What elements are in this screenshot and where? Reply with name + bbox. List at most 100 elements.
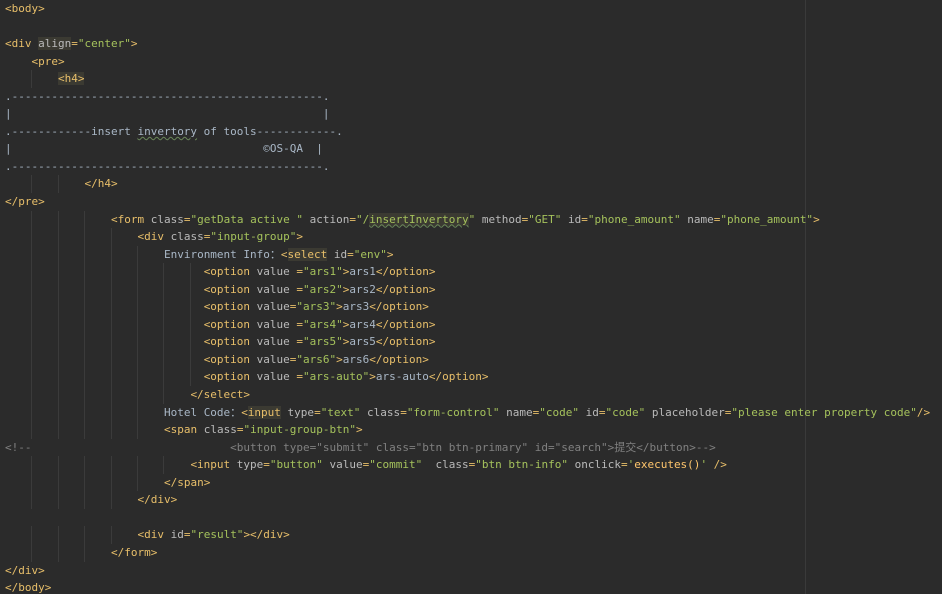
code-line[interactable]: </h4> (0, 175, 942, 194)
code-token-attr: class (170, 230, 204, 244)
code-line[interactable] (0, 509, 942, 527)
code-line-text: .---------------------------------------… (5, 158, 330, 176)
code-token-attr: id (561, 212, 582, 226)
code-line-text: </pre> (5, 193, 45, 211)
code-line-text: <div id="result"></div> (5, 526, 289, 544)
code-token-val: "result" (190, 528, 244, 542)
code-line[interactable]: <div id="result"></div> (0, 526, 942, 544)
code-token-attr: method (475, 212, 522, 226)
code-token-val: "getData active " (190, 212, 304, 226)
code-line[interactable]: <option value="ars3">ars3</option> (0, 298, 942, 316)
code-line[interactable]: <!-- <button type="submit" class="btn bt… (0, 439, 942, 457)
code-token-txt: .---------------------------------------… (5, 89, 330, 103)
code-line-text: <input type="button" value="commit" clas… (5, 456, 727, 474)
code-token-attr: value (256, 282, 297, 296)
code-line-text: Hotel Code：<input type="text" class="for… (5, 404, 930, 422)
code-token-val: "ars2" (303, 282, 343, 296)
code-line[interactable]: .---------------------------------------… (0, 158, 942, 176)
code-line[interactable]: <div align="center"> (0, 35, 942, 53)
code-token-attr: type (236, 458, 264, 472)
code-token-txt: ars2 (349, 282, 376, 296)
code-line[interactable]: .---------------------------------------… (0, 88, 942, 106)
code-line[interactable]: <option value ="ars4">ars4</option> (0, 315, 942, 334)
code-line-text: Environment Info：<select id="env"> (5, 246, 394, 264)
code-line-text: </h4> (5, 175, 117, 193)
code-token-tag: <option (203, 300, 257, 314)
code-token-tag: > (813, 212, 820, 226)
code-line-text: <form class="getData active " action="/i… (5, 211, 820, 229)
code-line[interactable] (0, 18, 942, 36)
code-line[interactable]: <form class="getData active " action="/i… (0, 210, 942, 229)
code-token-val: "phone_amount" (587, 212, 681, 226)
code-line[interactable]: <option value="ars6">ars6</option> (0, 350, 942, 369)
code-token-attr: class (422, 458, 469, 472)
code-line[interactable]: <option value ="ars5">ars5</option> (0, 333, 942, 351)
code-token-tag: = (620, 458, 628, 472)
code-area[interactable]: <body> <div align="center"> <pre> <h4> .--… (0, 0, 942, 594)
code-line[interactable]: </div> (0, 562, 942, 580)
code-token-attr: placeholder (645, 405, 725, 419)
code-token-tag: > (296, 230, 304, 244)
code-editor[interactable]: <body> <div align="center"> <pre> <h4> .--… (0, 0, 942, 594)
code-token-tag: > (336, 352, 343, 366)
code-line-text: </div> (5, 491, 177, 509)
code-token-tag: = (347, 247, 354, 261)
code-token-txt: ars-auto (375, 370, 429, 384)
code-line[interactable]: <option value ="ars-auto">ars-auto</opti… (0, 368, 942, 387)
code-token-txt: ars3 (342, 300, 370, 314)
code-token-txt: .------------insert (5, 124, 138, 138)
code-line-text: .------------insert invertory of tools--… (5, 123, 343, 141)
code-token-tag: <input (190, 458, 237, 472)
code-line[interactable]: </pre> (0, 193, 942, 211)
code-line-text: <span class="input-group-btn"> (5, 421, 363, 439)
code-token-val: "ars6" (296, 352, 337, 366)
code-token-tag: = (263, 458, 270, 472)
code-token-tag: input (247, 405, 281, 419)
code-line[interactable]: <span class="input-group-btn"> (0, 421, 942, 439)
code-line[interactable]: <input type="button" value="commit" clas… (0, 456, 942, 474)
code-line-text: <option value ="ars4">ars4</option> (5, 316, 436, 334)
code-line-text: <option value ="ars5">ars5</option> (5, 333, 436, 351)
code-line[interactable]: <body> (0, 0, 942, 18)
code-line[interactable]: </span> (0, 473, 942, 492)
code-line[interactable]: </div> (0, 491, 942, 509)
code-token-txt: Environment Info： (163, 247, 281, 261)
code-line[interactable]: Hotel Code：<input type="text" class="for… (0, 403, 942, 422)
code-token-tag: = (581, 212, 588, 226)
code-token-attr: align (38, 37, 72, 51)
code-line[interactable]: </select> (0, 386, 942, 404)
code-line[interactable]: Environment Info：<select id="env"> (0, 245, 942, 264)
code-line-text: </select> (5, 386, 250, 404)
code-token-tag: = (314, 405, 321, 419)
code-line[interactable]: </body> (0, 579, 942, 594)
code-token-tag: = (71, 37, 78, 51)
code-token-tag: > (369, 370, 376, 384)
code-line-text: <option value ="ars2">ars2</option> (5, 281, 436, 299)
code-token-tag: /> (707, 458, 727, 472)
code-token-tag: </option> (375, 335, 436, 349)
code-line[interactable]: <option value ="ars2">ars2</option> (0, 280, 942, 299)
code-line-text: <option value ="ars1">ars1</option> (5, 263, 436, 281)
code-line-text: <!-- <button type="submit" class="btn bt… (5, 439, 716, 457)
code-line[interactable]: <pre> (0, 53, 942, 71)
code-line[interactable]: | ©OS-QA | (0, 140, 942, 158)
code-token-tag: </div> (5, 563, 45, 577)
code-token-attr: value (256, 335, 297, 349)
code-token-txt: of tools------------. (197, 124, 343, 138)
code-line[interactable]: </form> (0, 543, 942, 562)
code-token-attr: onclick (567, 458, 621, 472)
code-line[interactable]: <option value ="ars1">ars1</option> (0, 263, 942, 281)
code-line[interactable]: <div class="input-group"> (0, 228, 942, 246)
code-token-attr: name (499, 405, 533, 419)
code-token-tag: </select> (190, 388, 251, 402)
code-token-val: "text" (320, 405, 361, 419)
code-line[interactable]: .------------insert invertory of tools--… (0, 123, 942, 141)
code-line[interactable]: | | (0, 105, 942, 123)
code-token-attr: value (256, 300, 290, 314)
code-token-val: "ars-auto" (303, 370, 370, 384)
code-line[interactable]: <h4> (0, 70, 942, 88)
code-token-attr: name (680, 212, 714, 226)
code-token-txt: ars4 (349, 317, 376, 331)
code-token-tag: > (356, 423, 363, 437)
code-token-tag: <form (110, 212, 151, 226)
